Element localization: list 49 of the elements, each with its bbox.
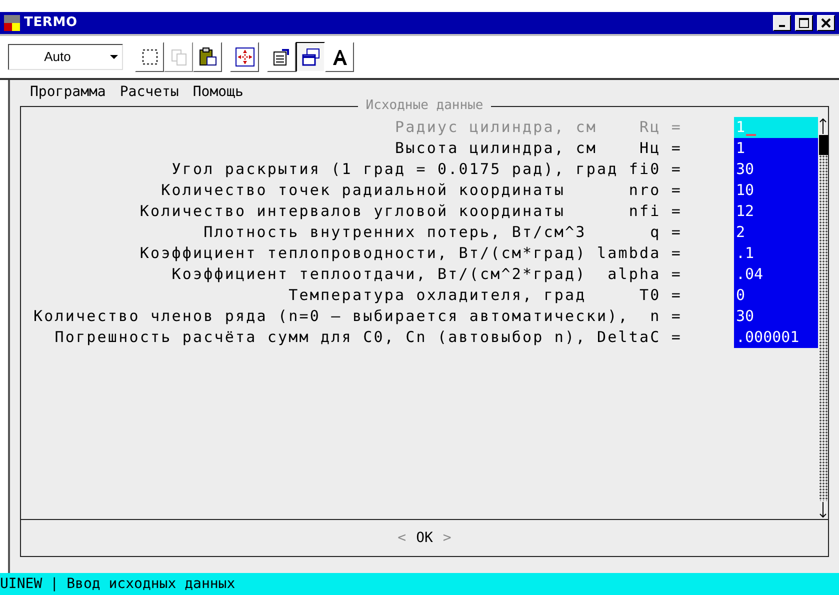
group-title: Исходные данные bbox=[358, 99, 492, 113]
field-label: Погрешность расчёта сумм для C0, Cn (автовыбор n), DeltaC = bbox=[54, 327, 682, 348]
input-field[interactable]: 12 bbox=[734, 201, 818, 222]
properties-icon bbox=[272, 47, 292, 67]
close-icon bbox=[821, 18, 831, 28]
arrows-icon bbox=[234, 47, 254, 67]
zoom-dropdown[interactable]: Auto bbox=[8, 44, 123, 70]
status-separator: | bbox=[50, 574, 59, 594]
input-field[interactable]: .04 bbox=[734, 264, 818, 285]
window-icon bbox=[300, 47, 320, 67]
status-text: Ввод исходных данных bbox=[66, 574, 236, 594]
field-label: Угол раскрытия (1 град = 0.0175 рад), град fi0 = bbox=[172, 159, 682, 180]
close-button[interactable] bbox=[817, 15, 835, 31]
toolbar-button[interactable] bbox=[296, 42, 325, 72]
ok-button[interactable]: < OK > bbox=[398, 528, 452, 549]
field-label: Высота цилиндра, см Hц = bbox=[394, 138, 682, 159]
down-arrow-icon bbox=[819, 501, 827, 519]
minimize-button[interactable] bbox=[773, 15, 791, 31]
menu-item[interactable]: Расчеты bbox=[120, 82, 179, 102]
field-label: Количество точек радиальной координаты nro = bbox=[161, 180, 682, 201]
maximize-icon bbox=[799, 18, 809, 28]
input-field[interactable]: 30 bbox=[734, 159, 818, 180]
input-field[interactable]: 0 bbox=[734, 285, 818, 306]
field-label: Коэффициент теплоотдачи, Вт/(см^2*град) alpha = bbox=[172, 264, 682, 285]
field-label: Количество интервалов угловой координаты nfi = bbox=[140, 201, 682, 222]
scrollbar[interactable] bbox=[818, 117, 828, 519]
selection-icon bbox=[140, 47, 160, 67]
app-icon bbox=[4, 15, 20, 31]
field-label: Радиус цилиндра, см Rц = bbox=[394, 117, 682, 138]
maximize-button[interactable] bbox=[795, 15, 813, 31]
field-label: Плотность внутренних потерь, Вт/см^3 q = bbox=[204, 222, 682, 243]
up-arrow-icon bbox=[819, 117, 827, 135]
input-field[interactable]: .000001 bbox=[734, 327, 818, 348]
field-label: Коэффициент теплопроводности, Вт/(см*град) lambda = bbox=[140, 243, 682, 264]
window-title: TERMO bbox=[24, 14, 78, 32]
input-field[interactable]: 10 bbox=[734, 180, 818, 201]
field-label: Количество членов ряда (n=0 – выбирается автоматически), n = bbox=[34, 306, 682, 327]
input-field[interactable]: 30 bbox=[734, 306, 818, 327]
input-field[interactable]: 1 bbox=[734, 138, 818, 159]
text-cursor bbox=[746, 134, 756, 136]
copy-icon bbox=[168, 47, 188, 67]
clipboard-icon bbox=[198, 47, 218, 67]
status-module: UINEW bbox=[0, 574, 42, 594]
menu-item[interactable]: Программа bbox=[30, 82, 106, 102]
menu-item[interactable]: Помощь bbox=[192, 82, 244, 102]
input-field[interactable]: .1 bbox=[734, 243, 818, 264]
field-label: Температура охладителя, град T0 = bbox=[288, 285, 682, 306]
input-field[interactable]: 2 bbox=[734, 222, 818, 243]
scroll-thumb[interactable] bbox=[818, 135, 828, 155]
